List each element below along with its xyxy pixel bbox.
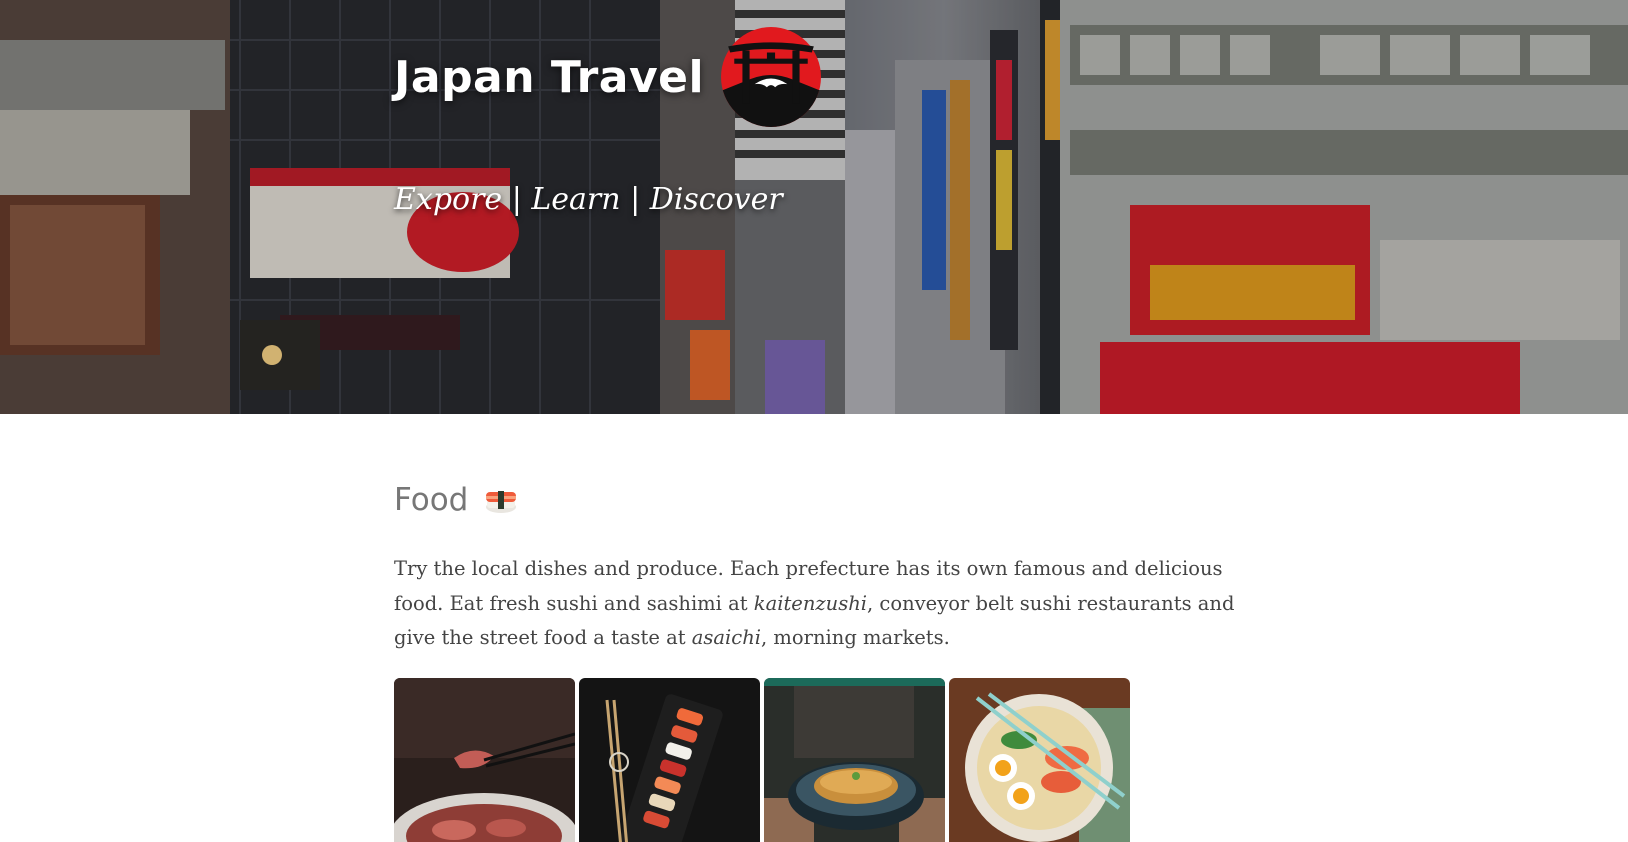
food-description: Try the local dishes and produce. Each p… [394,552,1244,656]
hero-banner: Japan Travel Expore | Learn | Discover [0,0,1628,414]
food-gallery [394,678,1130,842]
torii-gate-mount-fuji-icon [721,27,821,127]
ramen-photo[interactable] [949,678,1130,842]
section-heading-label: Food [394,482,469,518]
section-heading: Food [394,470,1244,530]
food-text-3: , morning markets. [761,626,950,649]
kaitenzushi-term: kaitenzushi [753,591,868,615]
wagyu-photo[interactable] [394,678,575,842]
tonkatsu-photo[interactable] [764,678,945,842]
sushi-platter-photo[interactable] [579,678,760,842]
site-tagline: Expore | Learn | Discover [394,182,783,217]
asaichi-term: asaichi [691,626,762,649]
food-section: Food Try the local dishes and produce. E… [394,470,1244,656]
sushi-icon [486,491,517,513]
site-title: Japan Travel [394,52,705,103]
